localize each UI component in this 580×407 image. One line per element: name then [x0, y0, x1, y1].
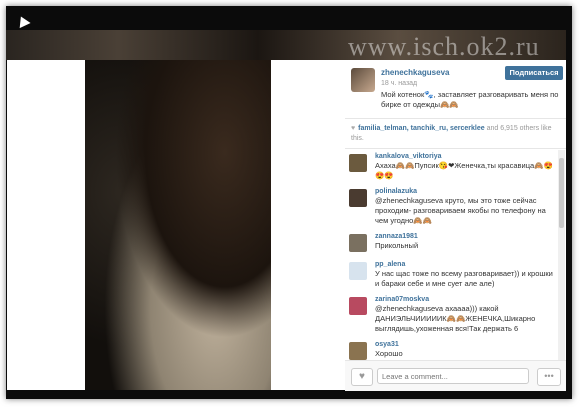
likers-links[interactable]: familia_telman, tanchik_ru, sercerklee [358, 125, 484, 132]
commenter-avatar[interactable] [349, 297, 367, 315]
heart-icon: ♥ [359, 371, 365, 382]
comment-item: polinalazuka @zhenechkaguseva круто, мы … [345, 185, 558, 230]
heart-icon: ♥ [351, 125, 356, 132]
likes-summary: ♥ familia_telman, tanchik_ru, sercerklee … [351, 124, 561, 144]
comment-username[interactable]: pp_alena [375, 260, 554, 269]
commenter-avatar[interactable] [349, 189, 367, 207]
commenter-avatar[interactable] [349, 154, 367, 172]
commenter-avatar[interactable] [349, 342, 367, 360]
comment-item: zarina07moskva @zhenechkaguseva ахаааа))… [345, 293, 558, 338]
post-details-panel: zhenechkaguseva Подписаться 18 ч. назад … [345, 60, 566, 391]
divider [345, 148, 566, 149]
comments-list: kankalova_viktoriya Ахаха🙈🙈Пупсик😘❤Женеч… [345, 150, 558, 360]
watermark: www.isch.ok2.ru [348, 32, 540, 61]
post-timestamp: 18 ч. назад [381, 80, 418, 87]
post-caption: Мой котенок🐾, заставляет разговаривать м… [381, 90, 559, 109]
comments-scrollbar[interactable] [558, 150, 565, 360]
comment-username[interactable]: polinalazuka [375, 187, 554, 196]
comment-username[interactable]: osya31 [375, 340, 554, 349]
post-photo[interactable] [85, 60, 271, 390]
comment-item: zannaza1981 Прикольный [345, 230, 558, 258]
avatar[interactable] [351, 68, 375, 92]
like-button[interactable]: ♥ [351, 368, 373, 386]
comment-text: @zhenechkaguseva ахаааа))) какой ДАНИЭЛЬ… [375, 304, 536, 333]
more-options-button[interactable]: ••• [537, 368, 561, 386]
comment-username[interactable]: zannaza1981 [375, 232, 554, 241]
comment-item: kankalova_viktoriya Ахаха🙈🙈Пупсик😘❤Женеч… [345, 150, 558, 185]
follow-button[interactable]: Подписаться [505, 66, 563, 80]
commenter-avatar[interactable] [349, 234, 367, 252]
comment-text: Ахаха🙈🙈Пупсик😘❤Женечка,ты красавица🙈😍😍😍 [375, 161, 553, 180]
comment-text: Прикольный [375, 241, 419, 250]
comment-username[interactable]: zarina07moskva [375, 295, 554, 304]
comment-text: @zhenechkaguseva круто, мы это тоже сейч… [375, 196, 546, 225]
divider [345, 118, 566, 119]
comment-input[interactable] [377, 368, 529, 384]
comment-text: У нас щас тоже по всему разговаривает)) … [375, 269, 553, 288]
photo-margin-left [7, 60, 85, 390]
scrollbar-thumb[interactable] [559, 158, 564, 228]
post-username-link[interactable]: zhenechkaguseva [381, 68, 449, 77]
commenter-avatar[interactable] [349, 262, 367, 280]
comment-text: Хорошо [375, 349, 403, 358]
comment-footer: ♥ ••• [345, 360, 566, 391]
comment-item: pp_alena У нас щас тоже по всему разгова… [345, 258, 558, 293]
comment-item: osya31 Хорошо [345, 338, 558, 360]
photo-margin-right [271, 60, 345, 390]
comment-username[interactable]: kankalova_viktoriya [375, 152, 554, 161]
